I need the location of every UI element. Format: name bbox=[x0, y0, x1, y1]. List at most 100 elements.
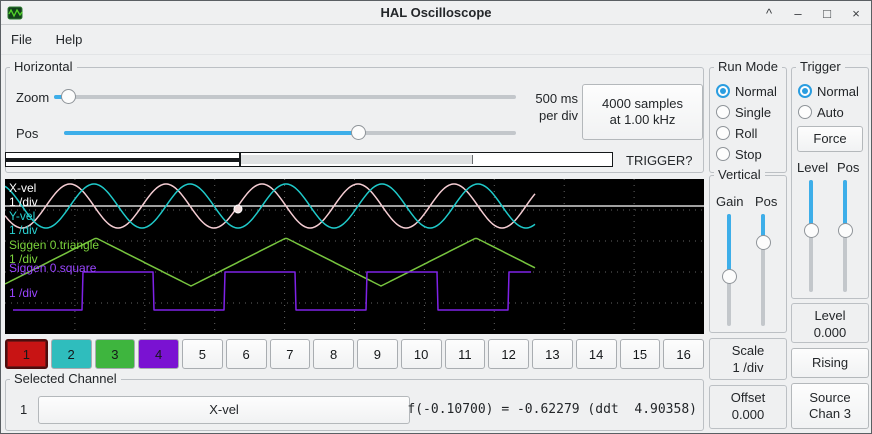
trigger-pos-slider[interactable] bbox=[837, 180, 854, 292]
vertical-gain-slider[interactable] bbox=[721, 214, 738, 326]
record-offscreen-segment bbox=[6, 158, 240, 162]
window-controls: ^ – □ × bbox=[762, 1, 863, 25]
runmode-radio-roll[interactable]: Roll bbox=[716, 124, 757, 142]
scope-display: X-vel1 /divY-vel1 /divSiggen 0.triangle1… bbox=[5, 179, 704, 334]
horizontal-pos-slider[interactable] bbox=[64, 124, 516, 141]
offset-label: Offset bbox=[710, 389, 786, 406]
vertical-pos-slider[interactable] bbox=[755, 214, 772, 326]
slider-fill bbox=[727, 214, 731, 276]
close-button[interactable]: × bbox=[849, 6, 863, 21]
trigger-status-label: TRIGGER? bbox=[626, 153, 692, 168]
channel-button-16[interactable]: 16 bbox=[663, 339, 704, 369]
slider-track bbox=[54, 95, 516, 99]
radio-icon bbox=[798, 84, 812, 98]
scope-label-3: 1 /div bbox=[9, 224, 38, 237]
menu-file[interactable]: File bbox=[1, 25, 42, 53]
channel-button-10[interactable]: 10 bbox=[401, 339, 442, 369]
channel-button-14[interactable]: 14 bbox=[576, 339, 617, 369]
slider-handle[interactable] bbox=[351, 125, 366, 140]
slider-handle[interactable] bbox=[61, 89, 76, 104]
radio-icon bbox=[716, 105, 730, 119]
slider-handle[interactable] bbox=[722, 269, 737, 284]
scope-label-6: Siggen 0.square bbox=[9, 262, 96, 275]
channel-button-6[interactable]: 6 bbox=[226, 339, 267, 369]
runmode-radio-stop[interactable]: Stop bbox=[716, 145, 762, 163]
horizontal-pos-label: Pos bbox=[16, 126, 38, 141]
trigger-edge-button[interactable]: Rising bbox=[791, 348, 869, 378]
selected-channel-number: 1 bbox=[20, 402, 27, 417]
samples-button[interactable]: 4000 samples at 1.00 kHz bbox=[582, 84, 703, 140]
maximize-button[interactable]: □ bbox=[820, 6, 834, 21]
selected-channel-name-button[interactable]: X-vel bbox=[38, 396, 410, 424]
radio-label: Normal bbox=[735, 84, 777, 99]
trigger-level-readout: Level 0.000 bbox=[791, 303, 869, 343]
radio-icon bbox=[716, 84, 730, 98]
scope-label-4: Siggen 0.triangle bbox=[9, 239, 99, 252]
radio-icon bbox=[716, 147, 730, 161]
trigger-level-slider[interactable] bbox=[803, 180, 820, 292]
menu-bar: File Help bbox=[1, 25, 871, 55]
run-mode-group: Run Mode Normal Single Roll Stop bbox=[709, 67, 787, 173]
selected-channel-group: Selected Channel 1 X-vel f(-0.10700) = -… bbox=[5, 379, 704, 431]
radio-icon bbox=[798, 105, 812, 119]
selected-channel-readout: f(-0.10700) = -0.62279 (ddt 4.90358) bbox=[407, 402, 697, 417]
channel-button-13[interactable]: 13 bbox=[532, 339, 573, 369]
shade-button[interactable]: ^ bbox=[762, 6, 776, 21]
channel-buttons: 12345678910111213141516 bbox=[5, 339, 704, 369]
minimize-button[interactable]: – bbox=[791, 6, 805, 21]
radio-label: Single bbox=[735, 105, 771, 120]
offset-readout: Offset 0.000 bbox=[709, 385, 787, 429]
app-window: HAL Oscilloscope ^ – □ × File Help Horiz… bbox=[0, 0, 872, 434]
channel-button-12[interactable]: 12 bbox=[488, 339, 529, 369]
channel-name-label: X-vel bbox=[209, 402, 239, 418]
level-readout-value: 0.000 bbox=[792, 324, 868, 341]
zoom-slider[interactable] bbox=[54, 88, 516, 105]
radio-label: Normal bbox=[817, 84, 859, 99]
channel-button-8[interactable]: 8 bbox=[313, 339, 354, 369]
horizontal-group: Horizontal Zoom 500 ms per div 4000 samp… bbox=[5, 67, 704, 173]
force-label: Force bbox=[813, 131, 846, 147]
record-position-bar bbox=[5, 152, 613, 167]
time-per-div-unit: per div bbox=[514, 107, 578, 124]
trigger-radio-auto[interactable]: Auto bbox=[798, 103, 844, 121]
scale-label: Scale bbox=[710, 342, 786, 359]
runmode-radio-normal[interactable]: Normal bbox=[716, 82, 777, 100]
trigger-source-button[interactable]: Source Chan 3 bbox=[791, 383, 869, 429]
edge-label: Rising bbox=[812, 355, 848, 371]
trigger-radio-normal[interactable]: Normal bbox=[798, 82, 859, 100]
samples-line1: 4000 samples bbox=[602, 96, 683, 112]
zoom-label: Zoom bbox=[16, 90, 49, 105]
window-title: HAL Oscilloscope bbox=[1, 5, 871, 20]
menu-help[interactable]: Help bbox=[46, 25, 93, 53]
scope-label-7: 1 /div bbox=[9, 287, 38, 300]
channel-button-2[interactable]: 2 bbox=[51, 339, 92, 369]
source-line1: Source bbox=[809, 390, 850, 406]
vertical-title: Vertical bbox=[714, 167, 765, 182]
scope-label-0: X-vel bbox=[9, 182, 36, 195]
selected-channel-title: Selected Channel bbox=[10, 371, 121, 386]
trigger-title: Trigger bbox=[796, 59, 845, 74]
channel-button-4[interactable]: 4 bbox=[138, 339, 179, 369]
slider-handle[interactable] bbox=[756, 235, 771, 250]
slider-handle[interactable] bbox=[804, 223, 819, 238]
vertical-pos-label: Pos bbox=[755, 194, 777, 209]
slider-fill bbox=[64, 131, 358, 135]
channel-button-9[interactable]: 9 bbox=[357, 339, 398, 369]
scope-svg bbox=[5, 179, 704, 334]
scope-label-1: 1 /div bbox=[9, 196, 38, 209]
channel-button-7[interactable]: 7 bbox=[270, 339, 311, 369]
channel-button-15[interactable]: 15 bbox=[620, 339, 661, 369]
channel-button-1[interactable]: 1 bbox=[5, 339, 48, 369]
scope-label-2: Y-vel bbox=[9, 210, 35, 223]
channel-button-5[interactable]: 5 bbox=[182, 339, 223, 369]
runmode-radio-single[interactable]: Single bbox=[716, 103, 771, 121]
radio-label: Auto bbox=[817, 105, 844, 120]
channel-button-3[interactable]: 3 bbox=[95, 339, 136, 369]
force-button[interactable]: Force bbox=[797, 126, 863, 152]
slider-handle[interactable] bbox=[838, 223, 853, 238]
trigger-pos-label: Pos bbox=[837, 160, 859, 175]
horizontal-group-title: Horizontal bbox=[10, 59, 77, 74]
radio-icon bbox=[716, 126, 730, 140]
channel-button-11[interactable]: 11 bbox=[445, 339, 486, 369]
level-readout-label: Level bbox=[792, 307, 868, 324]
